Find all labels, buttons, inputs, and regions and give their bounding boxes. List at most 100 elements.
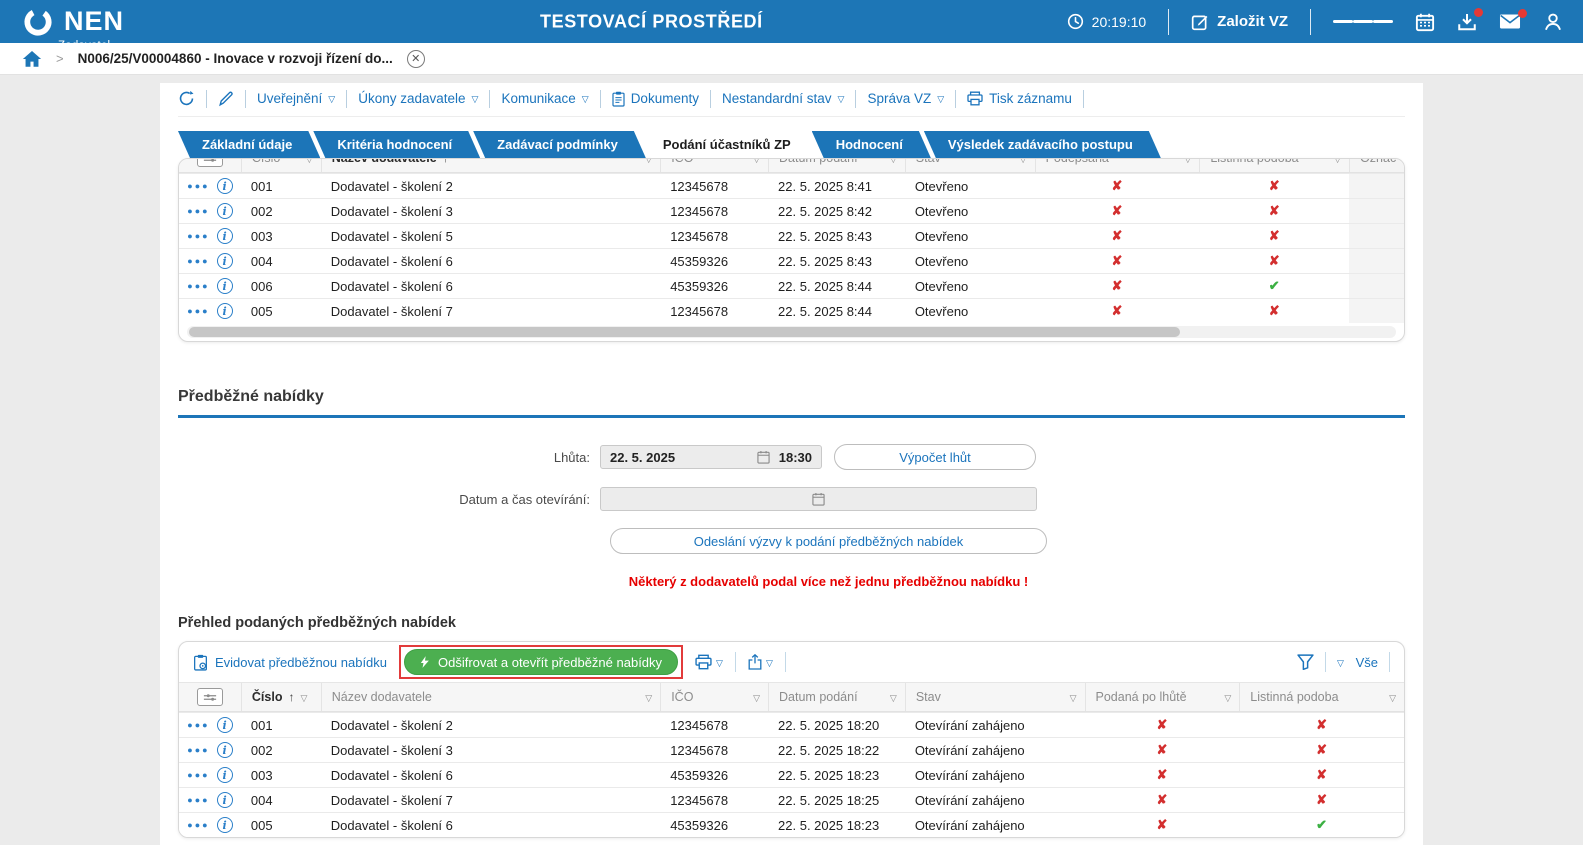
tab-zadavaci-podminky[interactable]: Zadávací podmínky bbox=[473, 131, 646, 158]
filter-caret-icon[interactable]: ▽ bbox=[1224, 693, 1231, 704]
table-row[interactable]: ●●● i 004 Dodavatel - školení 6 45359326… bbox=[179, 248, 1404, 273]
filter-caret-icon[interactable]: ▽ bbox=[645, 693, 652, 704]
decrypt-open-bids-button[interactable]: Odšifrovat a otevřít předběžné nabídky bbox=[404, 649, 679, 675]
row-menu-icon[interactable]: ●●● bbox=[187, 281, 209, 291]
filter-caret-icon[interactable]: ▽ bbox=[753, 693, 760, 704]
col-listinna-podoba[interactable]: Listinná podoba ▽ bbox=[1199, 159, 1349, 172]
edit-record-button[interactable] bbox=[218, 91, 234, 107]
row-menu-icon[interactable]: ●●● bbox=[187, 256, 209, 266]
col-stav[interactable]: Stav ▽ bbox=[904, 683, 1085, 711]
col-nazev-dodavatele[interactable]: Název dodavatele ↑ ▽ bbox=[320, 159, 660, 172]
row-menu-icon[interactable]: ●●● bbox=[187, 720, 209, 730]
tab-podani-ucastniku-zp[interactable]: Podání účastníků ZP bbox=[639, 131, 819, 158]
opening-datetime-field[interactable] bbox=[600, 487, 1037, 511]
row-menu-icon[interactable]: ●●● bbox=[187, 795, 209, 805]
col-ico[interactable]: IČO ▽ bbox=[660, 159, 768, 172]
info-icon[interactable]: i bbox=[216, 303, 233, 319]
home-icon[interactable] bbox=[22, 50, 42, 68]
table-row[interactable]: ●●● i 006 Dodavatel - školení 6 45359326… bbox=[179, 273, 1404, 298]
menu-manage-vz[interactable]: Správa VZ ▽ bbox=[867, 91, 944, 106]
deadline-time-value[interactable]: 18:30 bbox=[779, 450, 812, 465]
downloads-icon[interactable] bbox=[1457, 7, 1483, 32]
info-icon[interactable]: i bbox=[216, 817, 233, 833]
print-table-button[interactable]: ▽ bbox=[695, 654, 723, 670]
col-ico[interactable]: IČO ▽ bbox=[660, 683, 768, 711]
filter-caret-icon[interactable]: ▽ bbox=[1070, 693, 1077, 704]
horizontal-scrollbar[interactable] bbox=[187, 326, 1396, 338]
row-menu-icon[interactable]: ●●● bbox=[187, 181, 209, 191]
filter-caret-icon[interactable]: ▽ bbox=[1334, 159, 1341, 165]
mail-icon[interactable] bbox=[1499, 9, 1527, 30]
col-oznacit[interactable]: Označ bbox=[1349, 159, 1404, 172]
scrollbar-thumb[interactable] bbox=[189, 327, 1181, 337]
table-row[interactable]: ●●● i 004 Dodavatel - školení 7 12345678… bbox=[179, 787, 1404, 812]
info-icon[interactable]: i bbox=[216, 717, 233, 733]
send-invitation-button[interactable]: Odeslání výzvy k podání předběžných nabí… bbox=[610, 528, 1047, 554]
tab-hodnoceni[interactable]: Hodnocení bbox=[812, 131, 931, 158]
table-row[interactable]: ●●● i 002 Dodavatel - školení 3 12345678… bbox=[179, 198, 1404, 223]
table-row[interactable]: ●●● i 003 Dodavatel - školení 6 45359326… bbox=[179, 762, 1404, 787]
table-row[interactable]: ●●● i 002 Dodavatel - školení 3 12345678… bbox=[179, 737, 1404, 762]
tab-vysledek-zadavaciho-postupu[interactable]: Výsledek zadávacího postupu bbox=[924, 131, 1161, 158]
row-menu-icon[interactable]: ●●● bbox=[187, 206, 209, 216]
table-row[interactable]: ●●● i 005 Dodavatel - školení 7 12345678… bbox=[179, 298, 1404, 323]
history-button[interactable] bbox=[178, 90, 195, 107]
col-stav[interactable]: Stav ▽ bbox=[904, 159, 1035, 172]
filter-caret-icon[interactable]: ▽ bbox=[645, 159, 652, 165]
col-podepsana[interactable]: Podepsána ▽ bbox=[1034, 159, 1200, 172]
deadline-field[interactable]: 22. 5. 2025 18:30 bbox=[600, 445, 822, 469]
info-icon[interactable]: i bbox=[216, 742, 233, 758]
calendar-icon[interactable] bbox=[812, 492, 825, 506]
col-nazev-dodavatele[interactable]: Název dodavatele ▽ bbox=[320, 683, 660, 711]
info-icon[interactable]: i bbox=[216, 278, 233, 294]
info-icon[interactable]: i bbox=[216, 767, 233, 783]
nen-logo[interactable]: NEN Zadavatel bbox=[22, 6, 124, 52]
col-listinna-podoba[interactable]: Listinná podoba ▽ bbox=[1239, 683, 1404, 711]
filter-caret-icon[interactable]: ▽ bbox=[1389, 693, 1396, 704]
tab-zakladni-udaje[interactable]: Základní údaje bbox=[178, 131, 320, 158]
calendar-icon[interactable] bbox=[1415, 12, 1435, 32]
info-icon[interactable]: i bbox=[216, 203, 233, 219]
tab-kriteria-hodnoceni[interactable]: Kritéria hodnocení bbox=[313, 131, 480, 158]
filter-funnel-icon[interactable] bbox=[1297, 654, 1314, 670]
menu-nonstandard-state[interactable]: Nestandardní stav ▽ bbox=[722, 91, 844, 106]
menu-icon[interactable] bbox=[1333, 17, 1393, 26]
export-button[interactable]: ▽ bbox=[748, 654, 773, 670]
breadcrumb-record[interactable]: N006/25/V00004860 - Inovace v rozvoji ří… bbox=[78, 51, 393, 66]
row-menu-icon[interactable]: ●●● bbox=[187, 820, 209, 830]
register-bid-button[interactable]: Evidovat předběžnou nabídku bbox=[193, 654, 387, 671]
filter-caret-icon[interactable]: ▽ bbox=[890, 693, 897, 704]
column-settings-icon[interactable] bbox=[196, 688, 223, 706]
info-icon[interactable]: i bbox=[216, 792, 233, 808]
filter-caret-icon[interactable]: ▽ bbox=[300, 693, 307, 704]
col-podana-po-lhute[interactable]: Podaná po lhůtě ▽ bbox=[1084, 683, 1240, 711]
table-row[interactable]: ●●● i 003 Dodavatel - školení 5 12345678… bbox=[179, 223, 1404, 248]
filter-all-dropdown[interactable]: ▽ Vše bbox=[1337, 655, 1378, 670]
col-cislo[interactable]: Číslo ▽ bbox=[240, 159, 321, 172]
row-menu-icon[interactable]: ●●● bbox=[187, 745, 209, 755]
calc-deadlines-button[interactable]: Výpočet lhůt bbox=[834, 444, 1036, 470]
close-icon[interactable]: ✕ bbox=[406, 49, 425, 68]
print-record-button[interactable]: Tisk záznamu bbox=[967, 91, 1072, 106]
row-menu-icon[interactable]: ●●● bbox=[187, 231, 209, 241]
filter-caret-icon[interactable]: ▽ bbox=[1020, 159, 1027, 165]
menu-contracting-tasks[interactable]: Úkony zadavatele ▽ bbox=[358, 91, 478, 106]
filter-caret-icon[interactable]: ▽ bbox=[1184, 159, 1191, 165]
info-icon[interactable]: i bbox=[216, 228, 233, 244]
user-icon[interactable] bbox=[1543, 12, 1563, 32]
info-icon[interactable]: i bbox=[216, 178, 233, 194]
row-menu-icon[interactable]: ●●● bbox=[187, 306, 209, 316]
table-row[interactable]: ●●● i 001 Dodavatel - školení 2 12345678… bbox=[179, 173, 1404, 198]
column-settings-icon[interactable] bbox=[196, 159, 223, 167]
filter-caret-icon[interactable]: ▽ bbox=[753, 159, 760, 165]
col-datum-podani[interactable]: Datum podání ▽ bbox=[768, 159, 905, 172]
deadline-date-value[interactable]: 22. 5. 2025 bbox=[610, 450, 748, 465]
table-row[interactable]: ●●● i 001 Dodavatel - školení 2 12345678… bbox=[179, 712, 1404, 737]
row-menu-icon[interactable]: ●●● bbox=[187, 770, 209, 780]
col-datum-podani[interactable]: Datum podání ▽ bbox=[768, 683, 905, 711]
table-row[interactable]: ●●● i 005 Dodavatel - školení 6 45359326… bbox=[179, 812, 1404, 837]
filter-caret-icon[interactable]: ▽ bbox=[890, 159, 897, 165]
menu-communication[interactable]: Komunikace ▽ bbox=[501, 91, 588, 106]
info-icon[interactable]: i bbox=[216, 253, 233, 269]
filter-caret-icon[interactable]: ▽ bbox=[306, 159, 313, 165]
